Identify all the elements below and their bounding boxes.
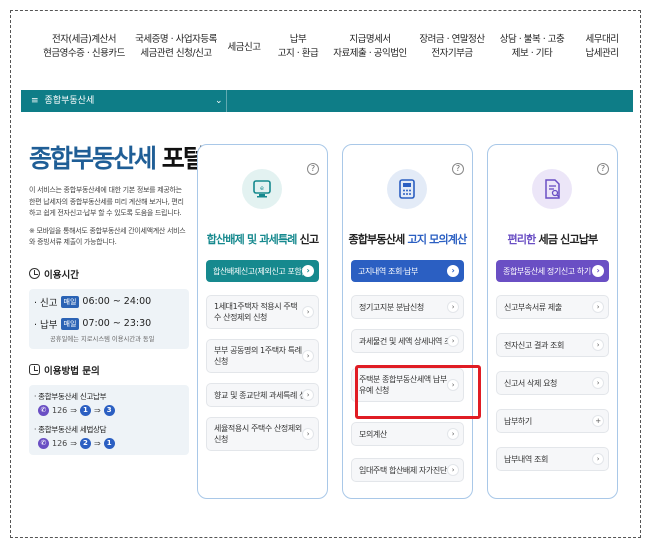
card-notice-simulation: ? 종합부동산세 고지 모의계산 고지내역 조회·납부 › 정기고지분 분납신청 ›… — [342, 144, 473, 499]
chevron-right-icon: › — [302, 389, 314, 401]
chevron-right-icon: › — [592, 453, 604, 465]
nav-item-certificates[interactable]: 국세증명 · 사업자등록 세금관련 신청/신고 — [133, 33, 219, 61]
chevron-right-icon: › — [447, 301, 459, 313]
card-title: 편리한 세금 신고납부 — [507, 233, 599, 246]
chevron-right-icon: › — [592, 377, 604, 389]
contact-box: · 종합부동산세 신고납부 ✆ 126 ⇒ 1 ⇒ 3 · 종합부동산세 세법상담 … — [29, 384, 189, 455]
divider — [226, 90, 227, 112]
card-item[interactable]: 정기고지분 분납신청 › — [351, 295, 464, 319]
regular-filing-button[interactable]: 종합부동산세 정기신고 하기 › — [496, 260, 609, 282]
document-search-icon — [532, 169, 572, 209]
chevron-right-icon: › — [302, 265, 314, 277]
menu-icon: ≡ — [31, 96, 39, 106]
phone-icon: ✆ — [38, 404, 49, 416]
card-item[interactable]: 신고서 삭제 요청 › — [496, 371, 609, 395]
card-title: 합산배제 및 과세특례 신고 — [206, 233, 319, 246]
hours-note: 공휴일에는 지로시스템 이용시간과 동일 — [50, 335, 155, 343]
nav-item-statements[interactable]: 지급명세서 자료제출 · 공익법인 — [329, 33, 411, 61]
contact-heading: 이용방법 문의 — [29, 363, 189, 377]
daily-badge: 매일 — [60, 295, 80, 308]
page-title: 종합부동산세 포털 — [29, 144, 206, 173]
card-item[interactable]: 납부하기 + — [496, 409, 609, 433]
nav-item-tax-filing[interactable]: 세금신고 — [219, 41, 269, 55]
nav-item-incentives[interactable]: 장려금 · 연말정산 전자기부금 — [413, 33, 491, 61]
exclusion-filing-button[interactable]: 합산배제신고(제외신고 포함) › — [206, 260, 319, 282]
card-item[interactable]: 납부내역 조회 › — [496, 447, 609, 471]
card-item[interactable]: 신고부속서류 제출 › — [496, 295, 609, 319]
monitor-icon: e — [242, 169, 282, 209]
card-item[interactable]: 임대주택 합산배제 자가진단 › — [351, 458, 464, 482]
chevron-right-icon: › — [592, 301, 604, 313]
headset-icon — [29, 364, 40, 375]
daily-badge: 매일 — [60, 317, 80, 330]
top-navigation: 전자(세금)계산서 현금영수증 · 신용카드 국세증명 · 사업자등록 세금관련 신… — [11, 29, 640, 79]
calculator-icon — [387, 169, 427, 209]
chevron-right-icon: › — [302, 306, 314, 318]
breadcrumb-label: 종합부동산세 — [44, 96, 95, 106]
chevron-right-icon: › — [447, 335, 459, 347]
card-item[interactable]: 전자신고 결과 조회 › — [496, 333, 609, 357]
chevron-right-icon: › — [302, 350, 314, 362]
breadcrumb[interactable]: ≡ 종합부동산세 — [27, 90, 227, 112]
intro-text: 이 서비스는 종합부동산세에 대한 기본 정보를 제공하는 한편 납세자의 종합… — [29, 186, 184, 217]
highlight-box — [355, 365, 481, 419]
card-exclusion: ? e 합산배제 및 과세특례 신고 합산배제신고(제외신고 포함) › 1세대1… — [197, 144, 328, 499]
card-item[interactable]: 1세대1주택자 적용시 주택수 산정제외 신청 › — [206, 295, 319, 329]
chevron-down-icon[interactable]: ⌄ — [215, 96, 223, 106]
portal-intro: 종합부동산세 포털 이 서비스는 종합부동산세에 대한 기본 정보를 제공하는 … — [29, 139, 206, 455]
card-filing-payment: ? 편리한 세금 신고납부 종합부동산세 정기신고 하기 › 신고부속서류 제출 ›… — [487, 144, 618, 499]
card-item[interactable]: 향교 및 종교단체 과세특례 신고 › — [206, 383, 319, 407]
nav-item-consultation[interactable]: 상담 · 불복 · 고충 제보 · 기타 — [495, 33, 569, 61]
chevron-right-icon: › — [302, 428, 314, 440]
card-item[interactable]: 모의계산 › — [351, 422, 464, 446]
card-title: 종합부동산세 고지 모의계산 — [348, 233, 468, 246]
phone-icon: ✆ — [38, 437, 49, 449]
phone-line: ✆ 126 ⇒ 2 ⇒ 1 — [38, 437, 184, 449]
page-frame: 전자(세금)계산서 현금영수증 · 신용카드 국세증명 · 사업자등록 세금관련 신… — [10, 10, 641, 538]
chevron-right-icon: › — [447, 265, 459, 277]
breadcrumb-bar: ≡ 종합부동산세 ⌄ — [21, 90, 633, 112]
hours-payment: · 납부 매일 07:00 ~ 23:30 — [34, 317, 152, 331]
hours-filing: · 신고 매일 06:00 ~ 24:00 — [34, 295, 152, 309]
phone-line: ✆ 126 ⇒ 1 ⇒ 3 — [38, 404, 184, 416]
svg-text:e: e — [260, 185, 264, 192]
hours-box: · 신고 매일 06:00 ~ 24:00 · 납부 매일 07:00 ~ 23… — [29, 288, 189, 349]
card-item[interactable]: 과세물건 및 세액 상세내역 조회 › — [351, 329, 464, 353]
clock-icon — [29, 268, 40, 279]
nav-item-tax-agent[interactable]: 세무대리 납세관리 — [577, 33, 627, 61]
chevron-right-icon: › — [592, 339, 604, 351]
hours-heading: 이용시간 — [29, 267, 189, 281]
help-icon[interactable]: ? — [597, 163, 609, 175]
help-icon[interactable]: ? — [307, 163, 319, 175]
nav-item-e-invoice[interactable]: 전자(세금)계산서 현금영수증 · 신용카드 — [41, 33, 127, 61]
nav-item-payment[interactable]: 납부 고지 · 환급 — [273, 33, 323, 61]
chevron-right-icon: › — [447, 428, 459, 440]
mobile-note: ※ 모바일을 통해서도 종합부동산세 간이세액계산 서비스와 증빙서류 제출이 … — [29, 226, 186, 247]
chevron-right-icon: › — [447, 464, 459, 476]
help-icon[interactable]: ? — [452, 163, 464, 175]
card-item[interactable]: 세율적용시 주택수 산정제외 신청 › — [206, 417, 319, 451]
chevron-right-icon: › — [592, 265, 604, 277]
card-item[interactable]: 부부 공동명의 1주택자 특례 신청 › — [206, 339, 319, 373]
plus-icon: + — [592, 415, 604, 427]
notice-inquiry-button[interactable]: 고지내역 조회·납부 › — [351, 260, 464, 282]
